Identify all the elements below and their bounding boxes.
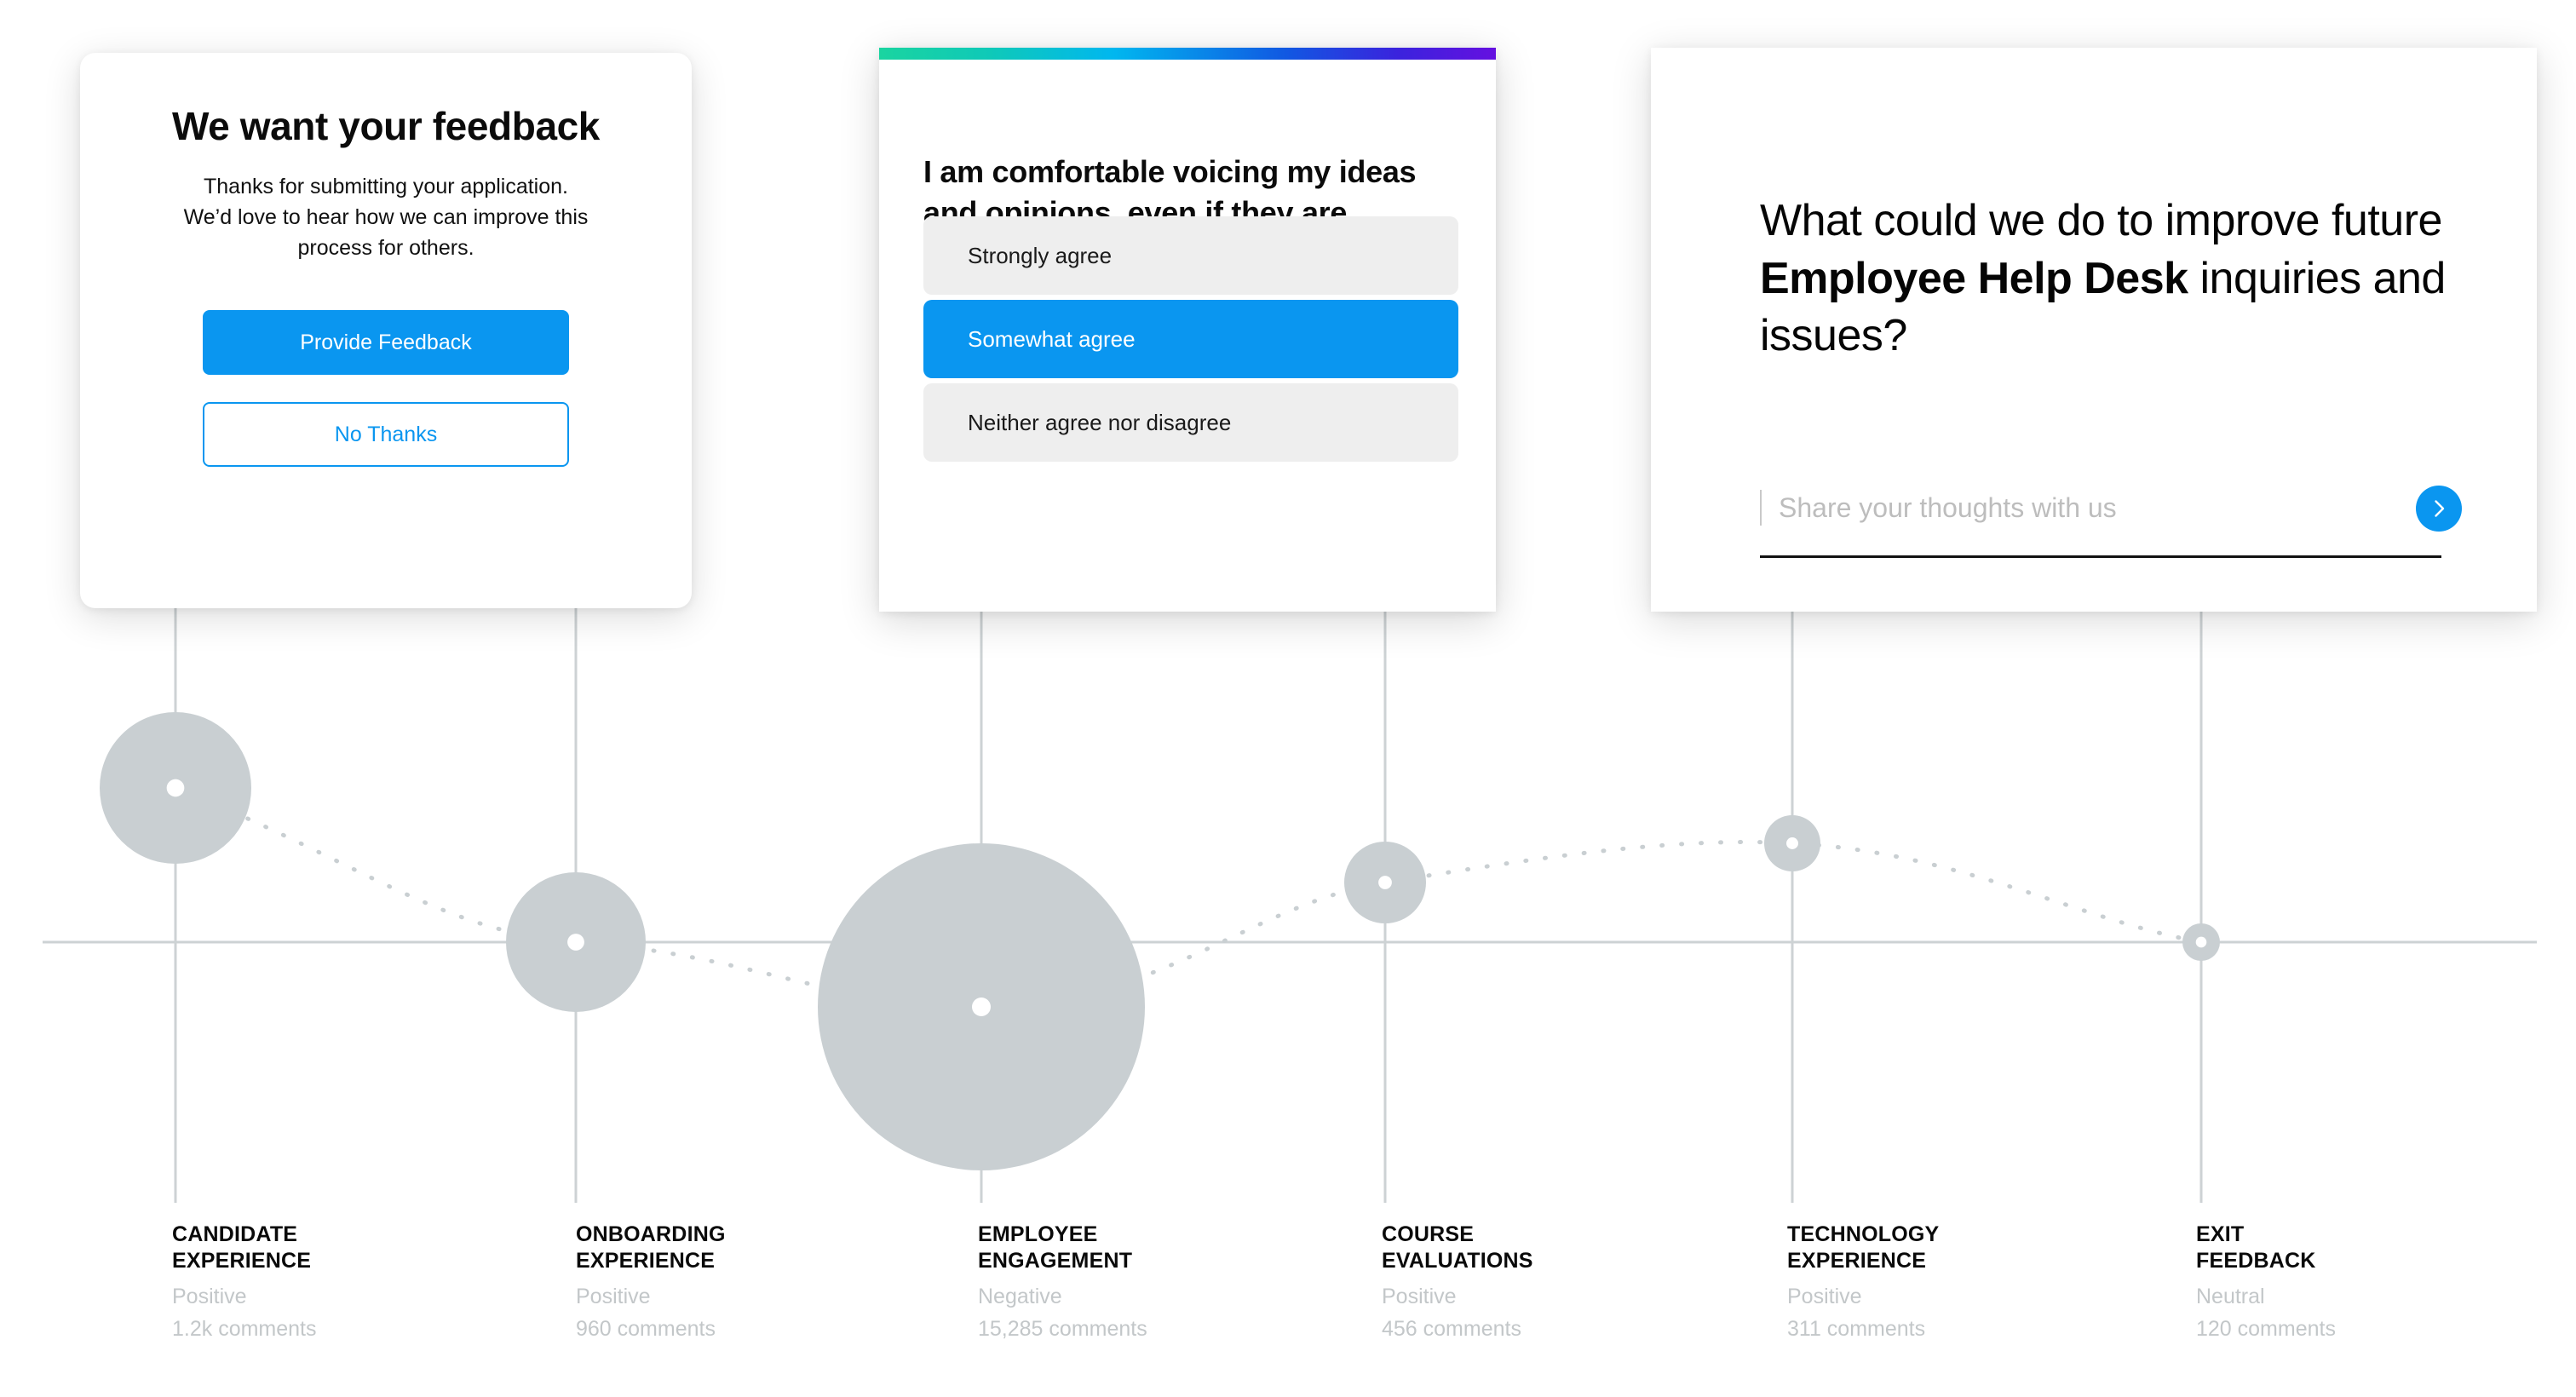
feedback-prompt-card: We want your feedback Thanks for submitt… [80, 53, 692, 608]
comment-count: 120 comments [2196, 1317, 2336, 1341]
question-prefix: What could we do to improve future [1760, 196, 2442, 245]
sentiment-label: Negative [978, 1285, 1062, 1308]
stage-label-4: COURSE EVALUATIONS Positive 456 comments [1382, 1222, 1533, 1342]
question-emphasis: Employee Help Desk [1760, 253, 2188, 303]
bubble-center-dot-5 [1786, 837, 1798, 849]
stage-label-2: ONBOARDING EXPERIENCE Positive 960 comment… [576, 1222, 726, 1342]
survey-option-3[interactable]: Neither agree nor disagree [923, 383, 1458, 462]
stage-label-6: EXIT FEEDBACK Neutral 120 comments [2196, 1222, 2336, 1342]
survey-option-2[interactable]: Somewhat agree [923, 300, 1458, 378]
bubble-center-dot-1 [166, 779, 185, 797]
sentiment-trend-line [173, 785, 2204, 1009]
bubble-center-dot-6 [2195, 936, 2207, 948]
stage-name: EXIT FEEDBACK [2196, 1222, 2316, 1273]
comment-count: 960 comments [576, 1317, 716, 1341]
comment-count: 311 comments [1787, 1317, 1926, 1341]
stage-name: CANDIDATE EXPERIENCE [172, 1222, 312, 1273]
gradient-accent-bar [879, 48, 1496, 60]
survey-option-1[interactable]: Strongly agree [923, 216, 1458, 295]
bubble-center-dot-3 [972, 997, 991, 1016]
sentiment-label: Positive [172, 1285, 247, 1308]
text-caret [1760, 490, 1762, 526]
screen-root: CANDIDATE EXPERIENCE Positive 1.2k comment… [0, 0, 2576, 1397]
stage-label-3: EMPLOYEE ENGAGEMENT Negative 15,285 commen… [978, 1222, 1147, 1342]
page-title: We want your feedback [171, 104, 600, 148]
bubble-center-dot-2 [567, 934, 584, 951]
stage-label-5: TECHNOLOGY EXPERIENCE Positive 311 comment… [1787, 1222, 1939, 1342]
no-thanks-button[interactable]: No Thanks [203, 401, 569, 467]
sentiment-label: Positive [1382, 1285, 1457, 1308]
stage-name: ONBOARDING EXPERIENCE [576, 1222, 726, 1273]
comment-count: 1.2k comments [172, 1317, 317, 1341]
chevron-right-icon[interactable] [2416, 486, 2462, 532]
comment-count: 15,285 comments [978, 1317, 1147, 1341]
bubble-center-dot-4 [1378, 876, 1392, 889]
sentiment-label: Positive [1787, 1285, 1862, 1308]
stage-guide-lines [174, 607, 2203, 1203]
stage-name: EMPLOYEE ENGAGEMENT [978, 1222, 1133, 1273]
open-text-input-row[interactable]: Share your thoughts with us [1760, 474, 2441, 542]
open-text-placeholder[interactable]: Share your thoughts with us [1779, 492, 2441, 524]
stage-label-1: CANDIDATE EXPERIENCE Positive 1.2k comment… [172, 1222, 317, 1342]
survey-question-card: I am comfortable voicing my ideas and op… [879, 48, 1496, 612]
input-underline [1760, 555, 2441, 558]
open-text-card: What could we do to improve future Emplo… [1651, 48, 2537, 612]
provide-feedback-button[interactable]: Provide Feedback [203, 309, 569, 375]
sentiment-label: Neutral [2196, 1285, 2265, 1308]
open-text-question: What could we do to improve future Emplo… [1760, 193, 2493, 365]
comment-count: 456 comments [1382, 1317, 1521, 1341]
stage-name: TECHNOLOGY EXPERIENCE [1787, 1222, 1940, 1273]
feedback-subtitle: Thanks for submitting your application. … [183, 174, 589, 261]
sentiment-label: Positive [576, 1285, 651, 1308]
stage-name: COURSE EVALUATIONS [1382, 1222, 1533, 1273]
